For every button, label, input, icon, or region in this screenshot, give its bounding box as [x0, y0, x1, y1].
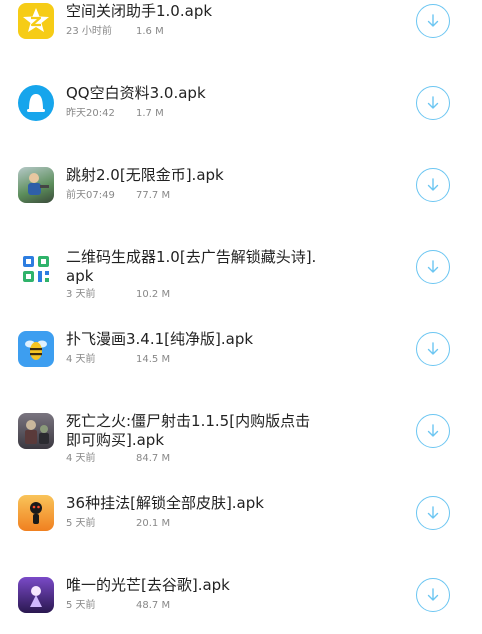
file-name: 36种挂法[解锁全部皮肤].apk: [66, 494, 264, 512]
download-button[interactable]: [416, 496, 450, 530]
download-button[interactable]: [416, 578, 450, 612]
file-size: 20.1 M: [136, 518, 171, 529]
file-name: QQ空白资料3.0.apk: [66, 84, 206, 102]
file-row[interactable]: 空间关闭助手1.0.apk 23 小时前 1.6 M: [0, 0, 482, 60]
qr-code-icon: [18, 251, 54, 287]
zombie-game-icon: [18, 413, 54, 449]
file-name: 死亡之火:僵尸射击1.1.5[内购版点击即可购买].apk: [66, 412, 311, 449]
file-time: 3 天前: [66, 289, 96, 300]
stickman-icon: [18, 495, 54, 531]
file-size: 1.7 M: [136, 108, 164, 119]
qzone-star-icon: [18, 3, 54, 39]
download-arrow-icon: [427, 506, 439, 519]
download-arrow-icon: [427, 588, 439, 601]
file-time: 23 小时前: [66, 26, 112, 37]
file-time: 昨天20:42: [66, 108, 115, 119]
file-size: 14.5 M: [136, 354, 171, 365]
file-size: 1.6 M: [136, 26, 164, 37]
download-button[interactable]: [416, 250, 450, 284]
file-time: 5 天前: [66, 518, 96, 529]
file-time: 4 天前: [66, 453, 96, 464]
file-row[interactable]: QQ空白资料3.0.apk 昨天20:42 1.7 M: [0, 82, 482, 142]
file-name: 二维码生成器1.0[去广告解锁藏头诗].apk: [66, 248, 317, 285]
file-time: 4 天前: [66, 354, 96, 365]
light-game-icon: [18, 577, 54, 613]
download-button[interactable]: [416, 86, 450, 120]
download-arrow-icon: [427, 342, 439, 355]
file-name: 唯一的光芒[去谷歌].apk: [66, 576, 230, 594]
file-row[interactable]: 36种挂法[解锁全部皮肤].apk 5 天前 20.1 M: [0, 492, 482, 552]
file-row[interactable]: 二维码生成器1.0[去广告解锁藏头诗].apk 3 天前 10.2 M: [0, 246, 482, 306]
qq-bell-icon: [18, 85, 54, 121]
download-button[interactable]: [416, 414, 450, 448]
file-size: 84.7 M: [136, 453, 171, 464]
file-size: 10.2 M: [136, 289, 171, 300]
file-size: 48.7 M: [136, 600, 171, 611]
download-button[interactable]: [416, 332, 450, 366]
file-time: 前天07:49: [66, 190, 115, 201]
bee-icon: [18, 331, 54, 367]
game-character-icon: [18, 167, 54, 203]
download-button[interactable]: [416, 4, 450, 38]
file-row[interactable]: 跳射2.0[无限金币].apk 前天07:49 77.7 M: [0, 164, 482, 224]
file-row[interactable]: 死亡之火:僵尸射击1.1.5[内购版点击即可购买].apk 4 天前 84.7 …: [0, 410, 482, 470]
file-name: 跳射2.0[无限金币].apk: [66, 166, 224, 184]
download-arrow-icon: [427, 178, 439, 191]
download-arrow-icon: [427, 14, 439, 27]
download-arrow-icon: [427, 424, 439, 437]
file-row[interactable]: 唯一的光芒[去谷歌].apk 5 天前 48.7 M: [0, 574, 482, 634]
download-button[interactable]: [416, 168, 450, 202]
file-time: 5 天前: [66, 600, 96, 611]
download-arrow-icon: [427, 96, 439, 109]
file-size: 77.7 M: [136, 190, 171, 201]
file-name: 扑飞漫画3.4.1[纯净版].apk: [66, 330, 254, 348]
download-arrow-icon: [427, 260, 439, 273]
file-row[interactable]: 扑飞漫画3.4.1[纯净版].apk 4 天前 14.5 M: [0, 328, 482, 388]
file-name: 空间关闭助手1.0.apk: [66, 2, 213, 20]
file-list: 空间关闭助手1.0.apk 23 小时前 1.6 M QQ空白资料3.0.apk…: [0, 0, 482, 613]
